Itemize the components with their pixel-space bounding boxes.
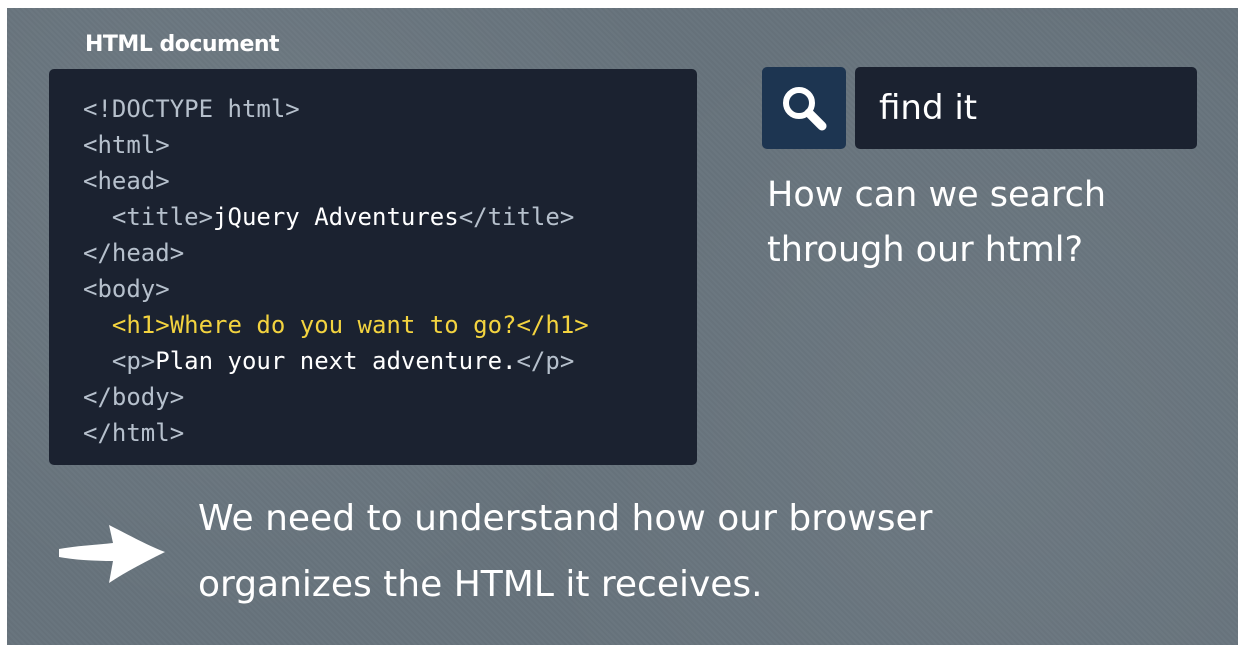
code-line: <!DOCTYPE html> bbox=[83, 91, 589, 127]
code-line: <p>Plan your next adventure.</p> bbox=[83, 343, 589, 379]
code-segment: </p> bbox=[516, 347, 575, 375]
code-line: </head> bbox=[83, 235, 589, 271]
search-input[interactable]: find it bbox=[855, 67, 1197, 149]
code-segment: <p> bbox=[83, 347, 156, 375]
code-block: <!DOCTYPE html> <html> <head> <title>jQuer… bbox=[83, 91, 589, 451]
code-line: <body> bbox=[83, 271, 589, 307]
arrow-right-icon bbox=[59, 525, 165, 583]
code-segment: </body> bbox=[83, 383, 185, 411]
code-segment: <h1>Where do you want to go?</h1> bbox=[83, 311, 589, 339]
code-line: <html> bbox=[83, 127, 589, 163]
code-segment: <head> bbox=[83, 167, 170, 195]
code-segment: </title> bbox=[458, 203, 575, 231]
code-segment: Plan your next adventure. bbox=[155, 347, 517, 375]
code-segment: <title> bbox=[83, 203, 214, 231]
search-input-value: find it bbox=[879, 88, 978, 128]
code-panel: <!DOCTYPE html> <html> <head> <title>jQuer… bbox=[49, 69, 697, 465]
search-button[interactable] bbox=[762, 67, 846, 149]
code-segment: </html> bbox=[83, 419, 185, 447]
code-segment: <html> bbox=[83, 131, 170, 159]
question-text: How can we search through our html? bbox=[767, 175, 1107, 270]
code-line: <h1>Where do you want to go?</h1> bbox=[83, 307, 589, 343]
code-line: <head> bbox=[83, 163, 589, 199]
statement-line: organizes the HTML it receives. bbox=[198, 564, 763, 605]
code-line: </html> bbox=[83, 415, 589, 451]
statement-text: We need to understand how our browser or… bbox=[198, 486, 1198, 618]
code-segment: <!DOCTYPE html> bbox=[83, 95, 300, 123]
search-icon bbox=[783, 87, 827, 131]
code-segment: <body> bbox=[83, 275, 170, 303]
slide: HTML document <!DOCTYPE html> <html> <head… bbox=[7, 8, 1238, 645]
code-line: <title>jQuery Adventures</title> bbox=[83, 199, 589, 235]
code-line: </body> bbox=[83, 379, 589, 415]
code-segment: jQuery Adventures bbox=[213, 203, 459, 231]
document-label: HTML document bbox=[85, 32, 280, 57]
statement-line: We need to understand how our browser bbox=[198, 498, 933, 539]
code-segment: </head> bbox=[83, 239, 185, 267]
